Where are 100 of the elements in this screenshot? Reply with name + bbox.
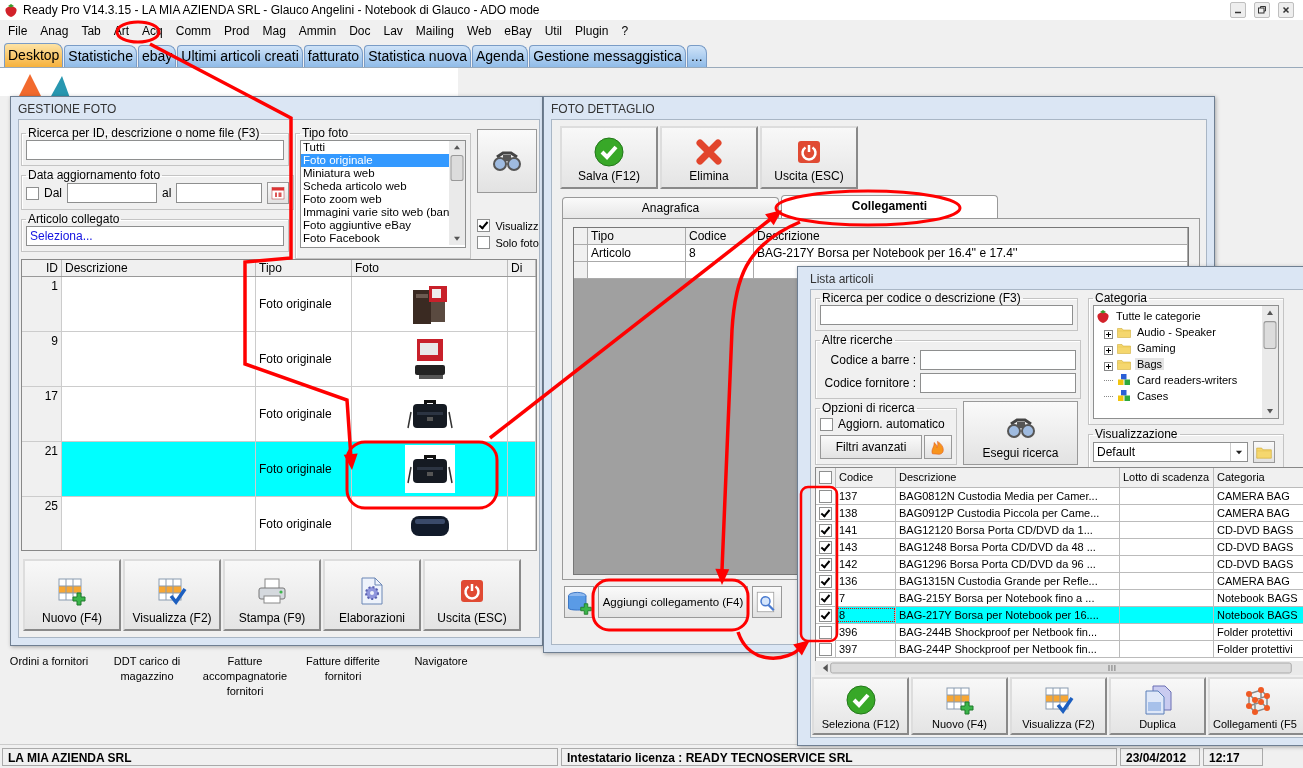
tab[interactable]: Anagrafica xyxy=(562,197,779,218)
checkbox[interactable] xyxy=(819,625,832,639)
checkbox[interactable] xyxy=(819,540,832,554)
preview-button[interactable] xyxy=(752,586,782,618)
table-row[interactable]: 21 Foto originale xyxy=(22,442,536,497)
view-button[interactable]: Visualizza (F2) xyxy=(1010,677,1107,735)
column-header[interactable]: Foto xyxy=(352,260,508,276)
column-header[interactable]: Di xyxy=(508,260,536,276)
menu-item[interactable]: Lav xyxy=(377,24,410,38)
input-field[interactable] xyxy=(26,140,284,160)
run-search-button[interactable]: Esegui ricerca xyxy=(963,401,1078,465)
search-button[interactable] xyxy=(477,129,538,193)
checkbox[interactable] xyxy=(26,186,39,200)
menu-item[interactable]: Ammin xyxy=(292,24,344,38)
menu-item[interactable]: Util xyxy=(538,24,570,38)
column-header[interactable]: Descrizione xyxy=(62,260,256,276)
checkbox[interactable] xyxy=(819,557,832,571)
checkbox[interactable] xyxy=(819,523,832,537)
print-button[interactable]: Stampa (F9) xyxy=(223,559,321,631)
date-field[interactable] xyxy=(176,183,263,203)
column-header[interactable]: ID xyxy=(22,260,62,276)
list-item[interactable]: Tutti xyxy=(301,141,450,154)
checkbox[interactable] xyxy=(819,608,832,622)
list-item[interactable]: Foto aggiuntive eBay xyxy=(301,219,450,232)
menu-item[interactable]: Prod xyxy=(218,24,257,38)
checkbox[interactable] xyxy=(819,591,832,605)
table-row[interactable]: 136 BAG1315N Custodia Grande per Refle... CAMERA BAG xyxy=(816,573,1303,590)
shortcut-label[interactable]: Ordini a fornitori xyxy=(0,654,98,699)
menu-item[interactable]: Mag xyxy=(256,24,293,38)
tree-item[interactable]: Audio - Speaker xyxy=(1135,326,1218,338)
checkbox[interactable] xyxy=(820,417,833,431)
row-header[interactable] xyxy=(574,245,588,261)
list-item[interactable]: Foto Facebook xyxy=(301,232,450,245)
shortcut-label[interactable]: Navigatore xyxy=(392,654,490,699)
tab[interactable]: fatturato xyxy=(303,45,364,67)
checkbox[interactable] xyxy=(477,236,491,249)
checkbox[interactable] xyxy=(819,471,832,484)
new-button[interactable]: Nuovo (F4) xyxy=(23,559,121,631)
table-row[interactable]: 8 BAG-217Y Borsa per Notebook per 16.... Notebook BAGS xyxy=(816,607,1303,624)
checkbox[interactable] xyxy=(477,219,491,232)
search-field[interactable] xyxy=(820,305,1073,325)
flame-button[interactable] xyxy=(924,435,952,459)
table-row[interactable]: 141 BAG12120 Borsa Porta CD/DVD da 1... CD-DVD BAGS xyxy=(816,522,1303,539)
tab[interactable]: Desktop xyxy=(4,43,64,67)
column-header[interactable]: Tipo xyxy=(588,228,686,244)
new-button[interactable]: Nuovo (F4) xyxy=(911,677,1008,735)
list-item[interactable]: Miniatura web xyxy=(301,167,450,180)
links-button[interactable]: Collegamenti (F5 xyxy=(1208,677,1303,735)
table-row[interactable]: 137 BAG0812N Custodia Media per Camer... CAMERA BAG xyxy=(816,488,1303,505)
menu-item[interactable]: File xyxy=(2,24,35,38)
article-field[interactable]: Seleziona... xyxy=(26,226,284,246)
checkbox[interactable] xyxy=(819,506,832,520)
process-button[interactable]: Elaborazioni xyxy=(323,559,421,631)
tree-item[interactable]: Cases xyxy=(1135,390,1171,402)
input-field[interactable] xyxy=(920,350,1076,370)
list-item[interactable]: Foto zoom web xyxy=(301,193,450,206)
folder-button[interactable] xyxy=(1253,441,1275,463)
menu-item[interactable]: Anag xyxy=(34,24,76,38)
table-row[interactable]: 142 BAG1296 Borsa Porta CD/DVD da 96 ... CD-DVD BAGS xyxy=(816,556,1303,573)
input-field[interactable] xyxy=(920,373,1076,393)
add-link-button[interactable]: Aggiungi collegamento (F4) xyxy=(598,586,748,618)
menu-item[interactable]: Web xyxy=(460,24,499,38)
tree-item[interactable]: Tutte le categorie xyxy=(1114,310,1203,322)
close-button[interactable] xyxy=(1275,2,1297,18)
tree-item[interactable]: Bags xyxy=(1135,358,1165,370)
menu-item[interactable]: Tab xyxy=(75,24,108,38)
exit-button[interactable]: Uscita (ESC) xyxy=(423,559,521,631)
table-row[interactable]: 1 Foto originale xyxy=(22,277,536,332)
tree-item[interactable]: Card readers-writers xyxy=(1135,374,1240,386)
table-row[interactable]: 397 BAG-244P Shockproof per Netbook fin... Folder protettivi xyxy=(816,641,1303,658)
menu-item[interactable]: ? xyxy=(615,24,636,38)
column-header[interactable]: Descrizione xyxy=(896,468,1120,487)
view-button[interactable]: Visualizza (F2) xyxy=(123,559,221,631)
table-row[interactable]: 9 Foto originale xyxy=(22,332,536,387)
tab[interactable]: Gestione messaggistica xyxy=(529,45,686,67)
tab[interactable]: ... xyxy=(686,45,707,67)
calendar-button[interactable] xyxy=(267,182,290,204)
filters-button[interactable]: Filtri avanzati xyxy=(820,435,922,459)
table-row[interactable]: 143 BAG1248 Borsa Porta CD/DVD da 48 ... CD-DVD BAGS xyxy=(816,539,1303,556)
table-row[interactable]: 17 Foto originale xyxy=(22,387,536,442)
column-header[interactable]: Codice xyxy=(686,228,754,244)
list-item[interactable]: Scheda articolo web xyxy=(301,180,450,193)
tab[interactable]: Ultimi articoli creati xyxy=(177,45,303,67)
checkbox[interactable] xyxy=(819,642,832,656)
save-button[interactable]: Salva (F12) xyxy=(560,126,658,189)
tab[interactable]: Agenda xyxy=(472,45,529,67)
row-header[interactable] xyxy=(574,262,588,278)
exit-button[interactable]: Uscita (ESC) xyxy=(760,126,858,189)
shortcut-label[interactable]: Fatture accompagnatorie fornitori xyxy=(196,654,294,699)
expand-toggle[interactable] xyxy=(1104,327,1113,337)
tree-item[interactable]: Gaming xyxy=(1135,342,1178,354)
checkbox[interactable] xyxy=(819,489,832,503)
menu-item[interactable]: Mailing xyxy=(409,24,461,38)
select-button[interactable]: Seleziona (F12) xyxy=(812,677,909,735)
column-header[interactable]: Lotto di scadenza xyxy=(1120,468,1214,487)
list-item[interactable]: Immagini varie sito web (ban xyxy=(301,206,450,219)
tab[interactable]: Statistica nuova xyxy=(364,45,471,67)
expand-toggle[interactable] xyxy=(1104,343,1113,353)
checkbox[interactable] xyxy=(819,574,832,588)
menu-item[interactable]: Doc xyxy=(343,24,378,38)
